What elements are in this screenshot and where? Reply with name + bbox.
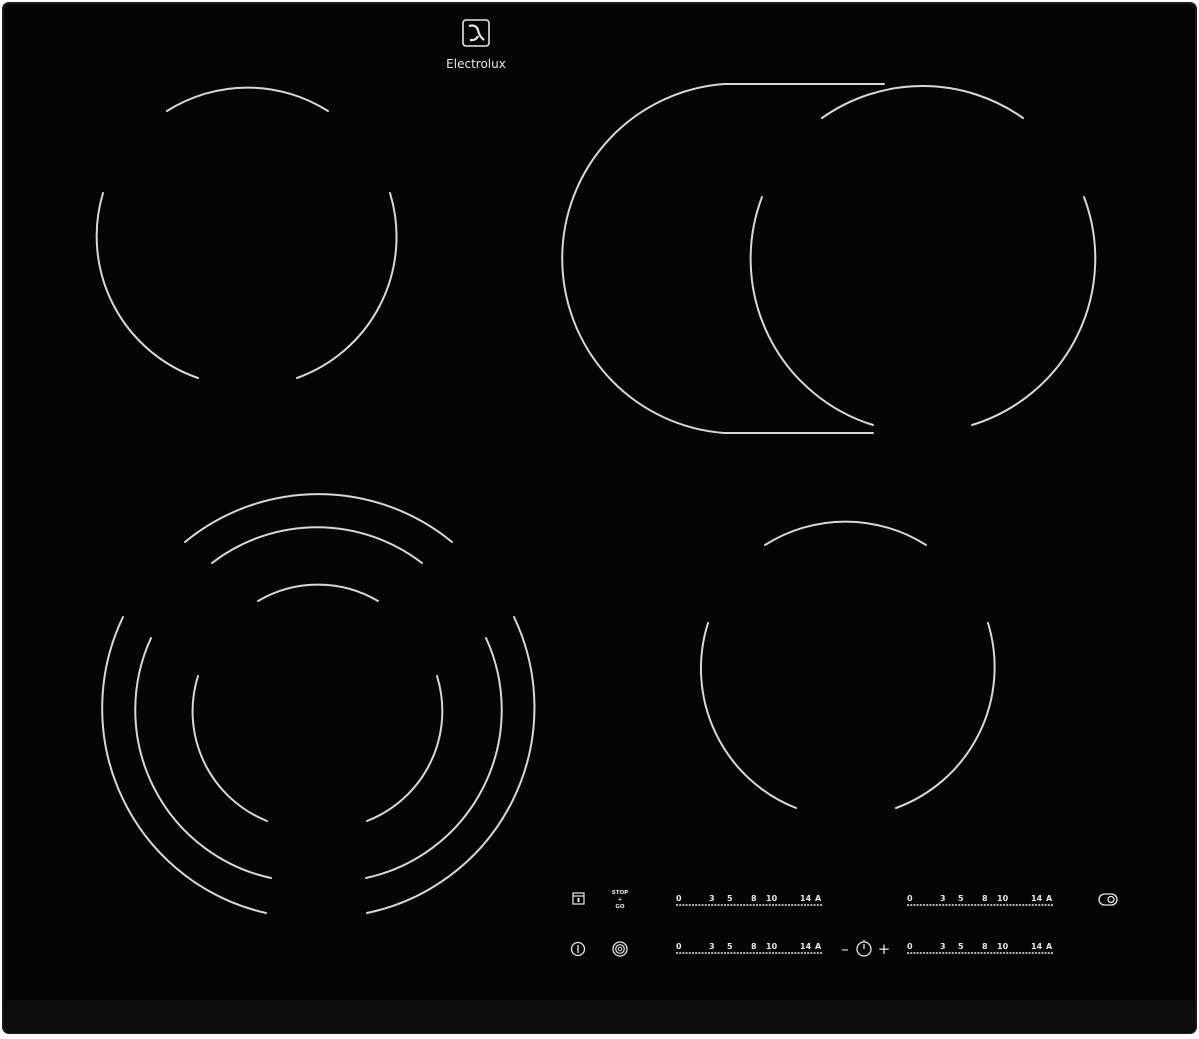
- slider-label-8: 8: [982, 942, 988, 951]
- slider-label-5: 5: [958, 942, 964, 951]
- slider-label-10: 10: [766, 894, 778, 903]
- slider-label-10: 10: [997, 894, 1009, 903]
- slider-label-5: 5: [727, 894, 733, 903]
- slider-label-3: 3: [709, 942, 715, 951]
- brand-name: Electrolux: [446, 57, 506, 71]
- slider-label-14: 14: [1031, 942, 1043, 951]
- slider-label-8: 8: [751, 942, 757, 951]
- slider-label-auto: A: [815, 942, 822, 951]
- stop-go-label-3: GO: [615, 904, 625, 910]
- slider-label-14: 14: [1031, 894, 1043, 903]
- slider-label-0: 0: [676, 942, 682, 951]
- slider-label-8: 8: [751, 894, 757, 903]
- slider-label-8: 8: [982, 894, 988, 903]
- slider-label-0: 0: [676, 894, 682, 903]
- stop-go-label-1: STOP: [612, 890, 628, 896]
- slider-label-3: 3: [940, 894, 946, 903]
- slider-label-auto: A: [815, 894, 822, 903]
- slider-label-5: 5: [958, 894, 964, 903]
- slider-label-10: 10: [766, 942, 778, 951]
- cooktop: Electrolux STOP + GO 0 3 5 8 10 14 A 0 3…: [0, 0, 1199, 1039]
- slider-label-0: 0: [907, 942, 913, 951]
- slider-label-5: 5: [727, 942, 733, 951]
- stop-go-label-2: +: [618, 897, 623, 903]
- front-edge: [5, 1000, 1194, 1033]
- slider-label-auto: A: [1046, 942, 1053, 951]
- slider-label-14: 14: [800, 894, 812, 903]
- slider-label-10: 10: [997, 942, 1009, 951]
- timer-minus-button[interactable]: –: [841, 940, 849, 958]
- timer-plus-button[interactable]: +: [878, 940, 891, 958]
- slider-label-3: 3: [709, 894, 715, 903]
- slider-label-0: 0: [907, 894, 913, 903]
- slider-label-14: 14: [800, 942, 812, 951]
- glass-surface: [2, 2, 1197, 1034]
- slider-label-3: 3: [940, 942, 946, 951]
- slider-label-auto: A: [1046, 894, 1053, 903]
